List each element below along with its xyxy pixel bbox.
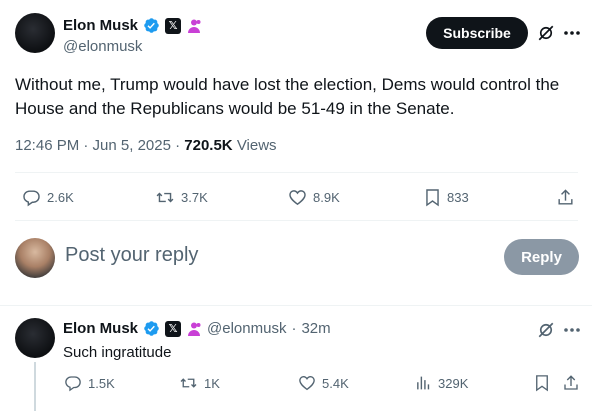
like-icon [299,376,315,391]
repost-count: 1K [204,375,220,391]
reply-action[interactable]: 2.6K [22,188,74,207]
bookmark-action[interactable] [534,374,550,392]
reply-text: Such ingratitude [63,344,172,361]
separator: · [291,320,297,337]
repost-icon [180,378,197,388]
share-icon [564,375,578,390]
x-affiliate-icon: 𝕏 [165,320,182,337]
like-action[interactable]: 5.4K [298,374,349,392]
verified-check-icon [143,17,160,34]
bookmark-count: 833 [447,190,469,205]
repost-action[interactable]: 1K [179,374,220,392]
reply-author-avatar[interactable] [15,318,55,358]
views-icon [417,376,430,390]
tweet-text: Without me, Trump would have lost the el… [15,75,560,118]
share-icon [558,189,573,205]
divider [0,305,592,306]
author-avatar[interactable] [15,13,55,53]
like-count: 8.9K [313,190,340,205]
like-icon [289,190,306,206]
more-icon[interactable] [561,320,583,340]
grok-icon[interactable] [536,320,556,340]
x-affiliate-icon: 𝕏 [165,17,182,34]
share-action[interactable] [562,374,580,392]
divider [15,172,578,173]
reply-count: 1.5K [88,375,115,391]
reply-author-name[interactable]: Elon Musk [63,320,138,337]
reply-time[interactable]: 32m [301,320,330,337]
reply-input[interactable]: Post your reply [65,244,198,267]
grok-icon[interactable] [536,23,556,43]
reply-author-handle[interactable]: @elonmusk [207,320,286,337]
more-icon[interactable] [561,23,583,43]
person-badge-icon [186,321,202,337]
views-count: 329K [438,375,469,391]
reply-icon [23,190,40,207]
bookmark-icon [536,375,548,392]
tweet-meta: 12:46 PM · Jun 5, 2025 · 720.5K Views [15,137,277,154]
author-name[interactable]: Elon Musk [63,17,138,34]
verified-check-icon [143,320,160,337]
bookmark-icon [426,189,439,207]
repost-count: 3.7K [181,190,208,205]
bookmark-action[interactable]: 833 [424,188,469,207]
current-user-avatar[interactable] [15,238,55,278]
reply-count: 2.6K [47,190,74,205]
like-count: 5.4K [322,375,349,391]
thread-line [34,362,36,411]
subscribe-button[interactable]: Subscribe [426,17,528,49]
views-label: Views [236,137,277,154]
share-action[interactable] [556,188,575,207]
person-badge-icon [186,18,202,34]
reply-icon [65,376,81,392]
views-count: 720.5K [184,137,233,154]
divider [15,220,578,221]
reply-button[interactable]: Reply [504,239,579,275]
views-action[interactable]: 329K [415,374,468,392]
author-handle[interactable]: @elonmusk [63,38,142,55]
tweet-timestamp[interactable]: 12:46 PM · Jun 5, 2025 · [15,137,184,154]
reply-action[interactable]: 1.5K [64,374,115,392]
repost-icon [156,192,174,203]
like-action[interactable]: 8.9K [288,188,340,207]
repost-action[interactable]: 3.7K [155,188,208,207]
